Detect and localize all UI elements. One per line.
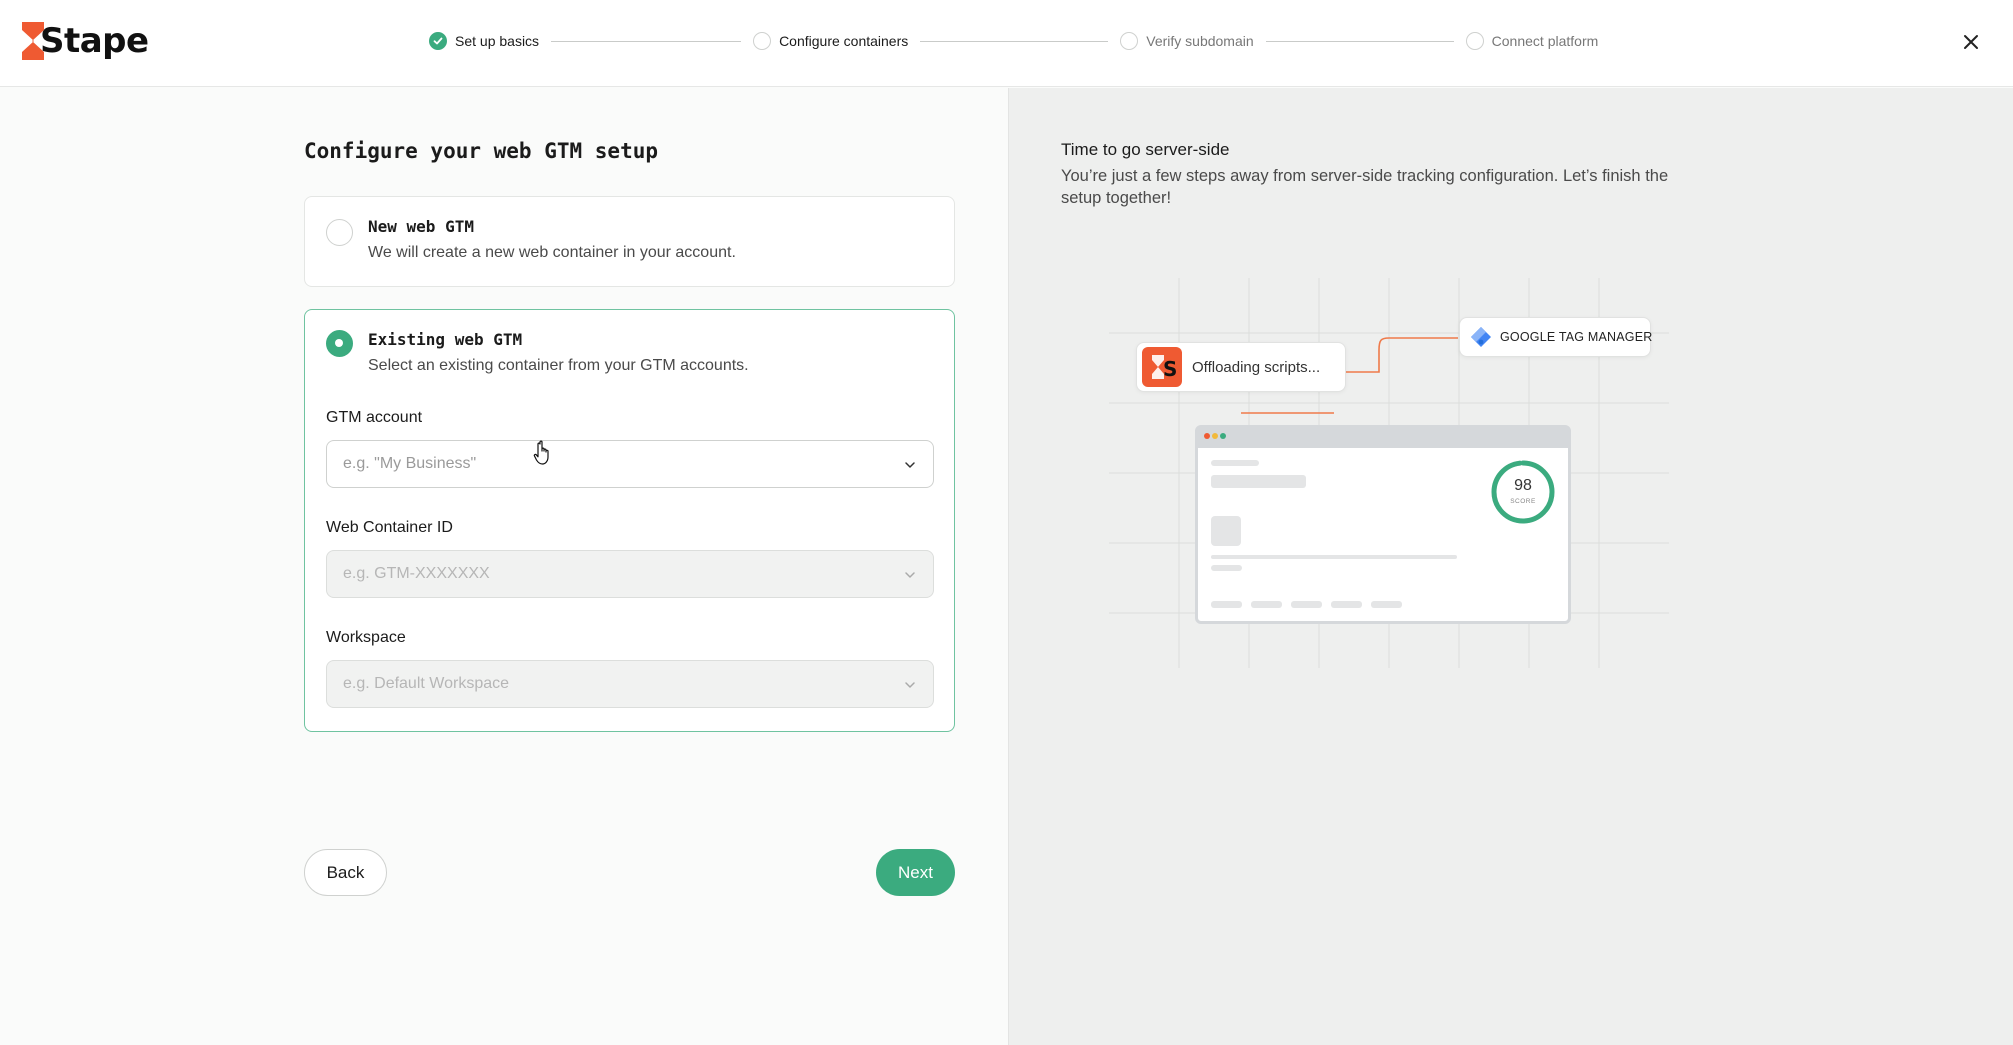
radio-existing-web-gtm[interactable] <box>326 330 353 357</box>
page-title: Configure your web GTM setup <box>304 139 659 163</box>
step-circle-icon <box>1120 32 1139 50</box>
step-circle-icon <box>1465 32 1484 50</box>
step-label: Verify subdomain <box>1146 33 1254 49</box>
option-title: New web GTM <box>368 217 474 236</box>
gtm-account-placeholder: e.g. "My Business" <box>343 455 477 472</box>
step-verify-subdomain[interactable]: Verify subdomain <box>1120 32 1254 50</box>
score-label: SCORE <box>1510 498 1536 505</box>
hand-pointer-icon <box>533 440 549 465</box>
score-value: 98 <box>1514 477 1532 494</box>
option-existing-web-gtm[interactable]: Existing web GTM Select an existing cont… <box>304 309 955 732</box>
web-container-label: Web Container ID <box>326 519 453 536</box>
window-dot-green <box>1220 433 1226 439</box>
stape-logo-text: Stape <box>40 21 149 61</box>
browser-titlebar <box>1198 428 1568 448</box>
skeleton-line <box>1211 601 1242 608</box>
workspace-placeholder: e.g. Default Workspace <box>343 675 510 692</box>
step-connect-platform[interactable]: Connect platform <box>1465 32 1599 50</box>
stape-node-label: Offloading scripts... <box>1192 358 1321 376</box>
option-title: Existing web GTM <box>368 330 523 349</box>
window-dot-red <box>1204 433 1210 439</box>
score-gauge: 98 SCORE <box>1489 458 1557 526</box>
step-label: Configure containers <box>779 33 909 49</box>
step-label: Set up basics <box>455 33 540 49</box>
close-icon[interactable] <box>1960 31 1982 53</box>
back-button[interactable]: Back <box>304 849 387 896</box>
skeleton-line <box>1211 475 1306 488</box>
stape-logo[interactable]: Stape <box>22 20 149 62</box>
next-button[interactable]: Next <box>876 849 955 896</box>
step-connector <box>1265 40 1454 42</box>
skeleton-line <box>1211 565 1242 571</box>
browser-window-illustration: 98 SCORE <box>1195 425 1571 624</box>
workspace-select[interactable]: e.g. Default Workspace <box>326 660 934 708</box>
svg-text:S: S <box>1163 357 1177 381</box>
workspace-label: Workspace <box>326 629 406 646</box>
chevron-down-icon <box>905 682 915 688</box>
info-panel: Time to go server-side You’re just a few… <box>1008 88 2013 1045</box>
top-header: Stape Set up basics Configure containers… <box>0 0 2013 87</box>
step-connector <box>920 40 1109 42</box>
step-circle-icon <box>753 32 772 50</box>
gtm-account-select[interactable]: e.g. "My Business" <box>326 440 934 488</box>
skeleton-line <box>1251 601 1282 608</box>
skeleton-line <box>1211 460 1259 466</box>
window-dot-yellow <box>1212 433 1218 439</box>
step-label: Connect platform <box>1491 33 1599 49</box>
stape-logo-mark-icon <box>22 22 44 60</box>
step-set-up-basics[interactable]: Set up basics <box>429 32 539 50</box>
option-new-web-gtm[interactable]: New web GTM We will create a new web con… <box>304 196 955 287</box>
chevron-down-icon <box>905 572 915 578</box>
step-configure-containers[interactable]: Configure containers <box>753 32 908 50</box>
skeleton-image <box>1211 516 1241 546</box>
gtm-node-label: GOOGLE TAG MANAGER <box>1500 330 1653 344</box>
google-tag-manager-icon <box>1471 327 1491 347</box>
radio-new-web-gtm[interactable] <box>326 219 353 246</box>
stape-s-icon: S <box>1142 347 1182 387</box>
gtm-account-label: GTM account <box>326 409 423 426</box>
configuration-panel: Configure your web GTM setup New web GTM… <box>0 88 1008 1045</box>
option-description: We will create a new web container in yo… <box>368 244 736 261</box>
skeleton-line <box>1331 601 1362 608</box>
check-circle-icon <box>429 32 447 50</box>
setup-stepper: Set up basics Configure containers Verif… <box>429 30 1598 52</box>
step-connector <box>551 40 742 42</box>
skeleton-line <box>1211 555 1457 559</box>
gtm-node: GOOGLE TAG MANAGER <box>1459 317 1653 357</box>
web-container-select[interactable]: e.g. GTM-XXXXXXX <box>326 550 934 598</box>
chevron-down-icon <box>905 462 915 468</box>
skeleton-line <box>1291 601 1322 608</box>
option-description: Select an existing container from your G… <box>368 357 749 374</box>
web-container-placeholder: e.g. GTM-XXXXXXX <box>343 565 490 582</box>
skeleton-line <box>1371 601 1402 608</box>
stape-node: S Offloading scripts... <box>1136 342 1346 392</box>
